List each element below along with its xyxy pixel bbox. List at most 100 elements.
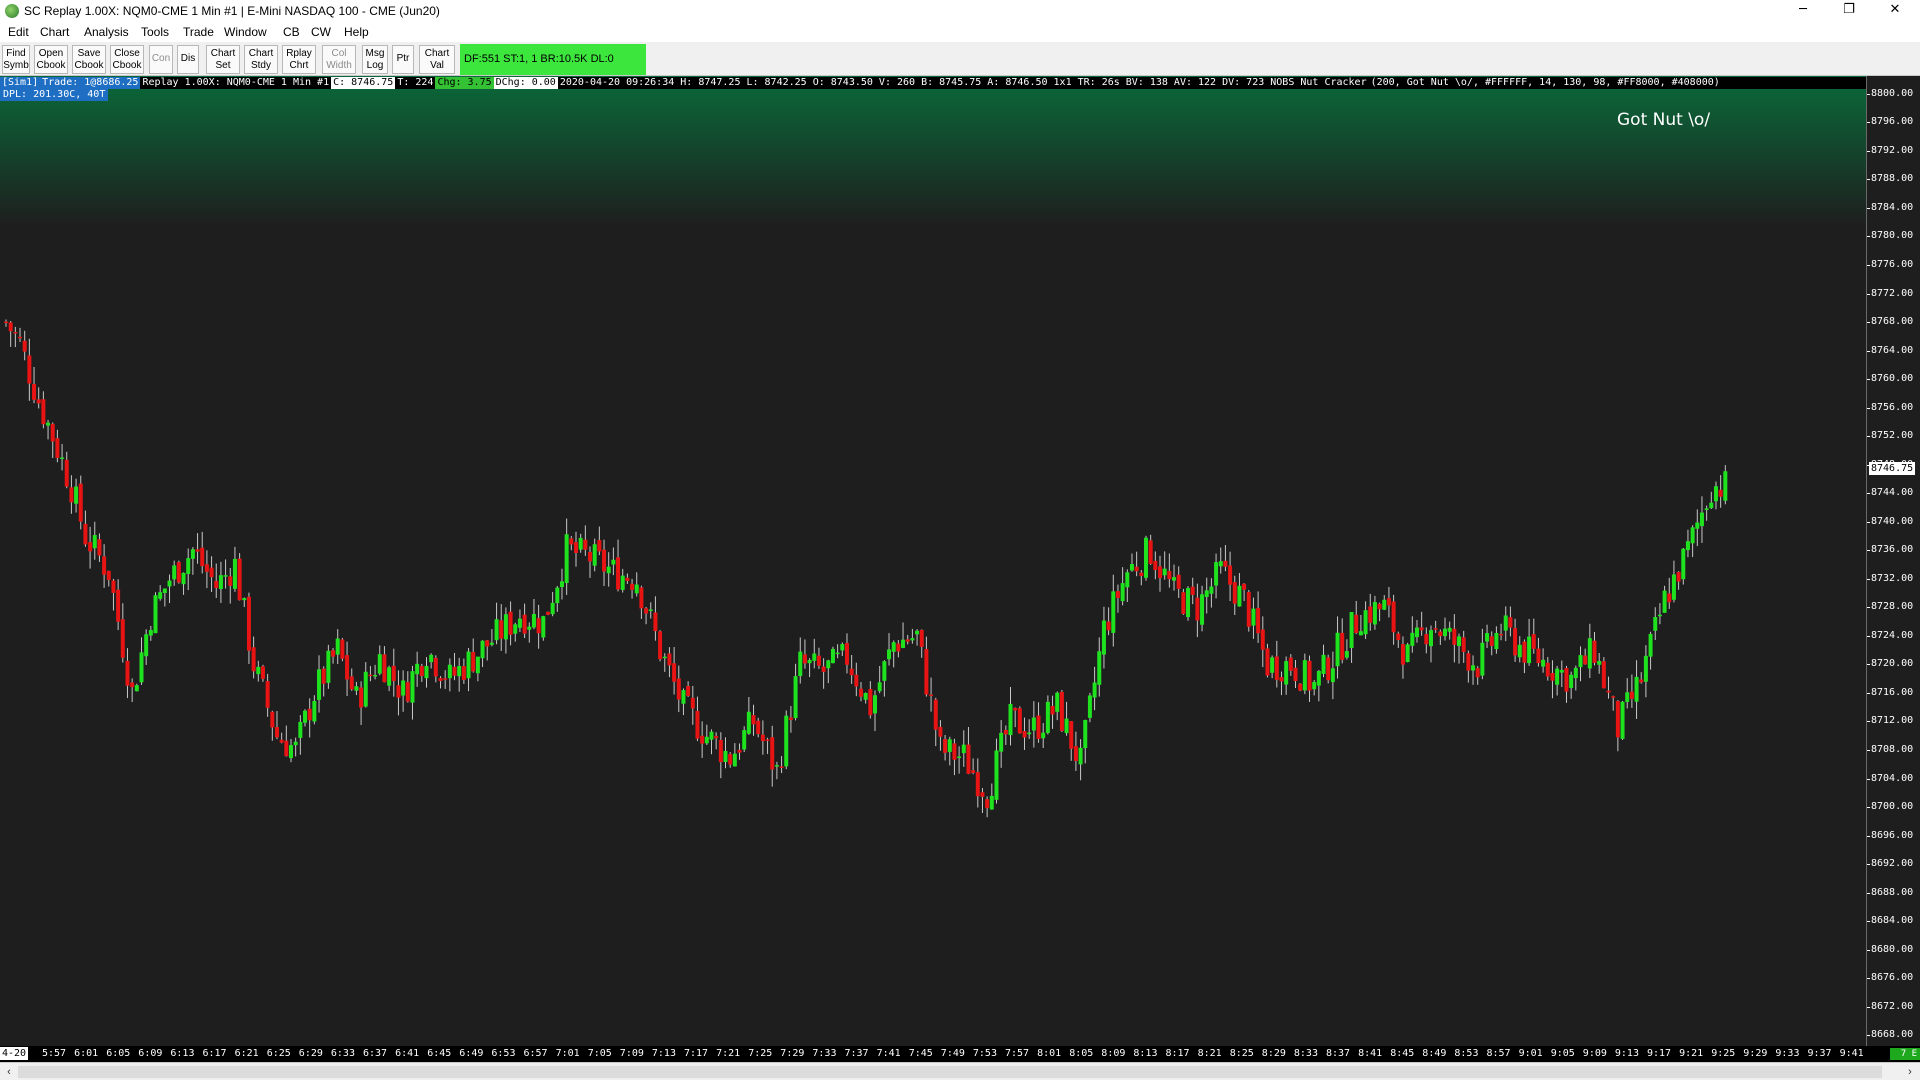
candle-down xyxy=(765,739,770,741)
scroll-left-icon[interactable]: ‹ xyxy=(1,1065,17,1079)
message-log-button[interactable]: Msg Log xyxy=(362,45,388,74)
candle-up xyxy=(1643,655,1648,682)
candle-down xyxy=(854,674,859,687)
candle-down xyxy=(1158,566,1163,579)
candle-down xyxy=(770,737,775,770)
candle-down xyxy=(18,336,23,339)
close-chartbook-button[interactable]: Close Cbook xyxy=(110,45,144,74)
candle-down xyxy=(858,688,863,697)
candle-up xyxy=(555,587,560,604)
candle-up xyxy=(1162,568,1167,576)
time-axis[interactable]: 5:57 6:01 6:05 6:09 6:13 6:17 6:21 6:25 6:29 6:33… xyxy=(0,1046,1920,1062)
candle-down xyxy=(1195,597,1200,621)
menu-trade[interactable]: Trade xyxy=(183,25,214,39)
candle-up xyxy=(1620,701,1625,739)
menu-analysis[interactable]: Analysis xyxy=(84,25,129,39)
candle-up xyxy=(1555,668,1560,685)
candle-up xyxy=(742,730,747,750)
candle-down xyxy=(1298,683,1303,691)
time-tick: 8:37 xyxy=(1326,1048,1351,1059)
horizontal-scrollbar[interactable]: ‹ › xyxy=(0,1062,1920,1080)
candle-down xyxy=(382,654,387,683)
candle-up xyxy=(1045,701,1050,733)
candle-up xyxy=(1517,644,1522,658)
disconnect-button[interactable]: Dis xyxy=(177,45,199,74)
restore-button[interactable]: ❐ xyxy=(1826,0,1872,22)
candle-down xyxy=(1059,691,1064,731)
candle-down xyxy=(1274,656,1279,680)
time-tick: 8:45 xyxy=(1390,1048,1415,1059)
candle-up xyxy=(354,686,359,691)
price-tick: 8780.00 xyxy=(1866,230,1914,242)
candle-up xyxy=(293,741,298,746)
price-tick: 8732.00 xyxy=(1866,572,1914,584)
menu-cb[interactable]: CB xyxy=(283,25,300,39)
chart-settings-button[interactable]: Chart Set xyxy=(206,45,240,74)
replay-chart-button[interactable]: Rplay Chrt xyxy=(282,45,316,74)
time-tick: 7:33 xyxy=(812,1048,837,1059)
close-button[interactable]: ✕ xyxy=(1872,0,1918,22)
candle-up xyxy=(606,566,611,574)
scroll-right-icon[interactable]: › xyxy=(1902,1065,1918,1079)
candle-down xyxy=(602,549,607,572)
candle-up xyxy=(74,486,79,504)
candle-down xyxy=(200,547,205,567)
candle-down xyxy=(130,682,135,688)
price-axis[interactable]: 8800.00 8796.00 8792.00 8788.00 8784.00 8780.… xyxy=(1866,76,1920,1046)
menu-edit[interactable]: Edit xyxy=(8,25,29,39)
candle-down xyxy=(1246,592,1251,627)
chart-studies-button[interactable]: Chart Stdy xyxy=(244,45,278,74)
time-tick: 7:05 xyxy=(587,1048,612,1059)
time-tick: 8:21 xyxy=(1197,1048,1222,1059)
candle-down xyxy=(583,539,588,550)
time-tick: 8:25 xyxy=(1229,1048,1254,1059)
time-tick: 7:49 xyxy=(940,1048,965,1059)
button-label: Msg xyxy=(365,48,385,59)
candle-down xyxy=(228,576,233,586)
candle-down xyxy=(321,668,326,684)
menu-help[interactable]: Help xyxy=(344,25,369,39)
pointer-button[interactable]: Ptr xyxy=(392,45,414,74)
candle-up xyxy=(559,581,564,588)
candle-down xyxy=(1368,606,1373,623)
candle-up xyxy=(1008,703,1013,736)
candle-up xyxy=(415,663,420,675)
candle-down xyxy=(536,618,541,634)
time-tick: 6:57 xyxy=(523,1048,548,1059)
menu-cw[interactable]: CW xyxy=(311,25,331,39)
menu-window[interactable]: Window xyxy=(224,25,267,39)
candle-up xyxy=(158,592,163,599)
candle-up xyxy=(1358,631,1363,636)
minimize-button[interactable]: ─ xyxy=(1780,0,1826,22)
save-chartbook-button[interactable]: Save Cbook xyxy=(72,45,106,74)
candle-up xyxy=(1363,610,1368,635)
candle-down xyxy=(279,739,284,743)
candle-up xyxy=(1713,486,1718,502)
candle-up xyxy=(148,630,153,636)
column-width-button[interactable]: Col Width xyxy=(322,45,356,74)
candle-down xyxy=(1545,662,1550,677)
candle-down xyxy=(868,689,873,716)
scrollbar-thumb[interactable] xyxy=(18,1066,1882,1078)
sim-account: [Sim1] xyxy=(0,77,41,89)
price-tick: 8708.00 xyxy=(1866,744,1914,755)
candle-down xyxy=(1676,571,1681,582)
candle-up xyxy=(1031,717,1036,731)
candle-up xyxy=(1709,502,1714,509)
chart-annotation: Got Nut \o/ xyxy=(1617,110,1711,130)
candle-down xyxy=(69,487,74,503)
menu-tools[interactable]: Tools xyxy=(141,25,169,39)
candle-up xyxy=(326,650,331,683)
time-tick: 6:41 xyxy=(395,1048,420,1059)
chart-values-button[interactable]: Chart Val xyxy=(419,45,455,74)
find-symbol-button[interactable]: Find Symb xyxy=(2,45,30,74)
open-chartbook-button[interactable]: Open Cbook xyxy=(34,45,68,74)
candle-up xyxy=(517,618,522,628)
price-chart[interactable] xyxy=(0,76,1866,1046)
price-tick: 8716.00 xyxy=(1866,686,1914,698)
menu-chart[interactable]: Chart xyxy=(40,25,69,39)
connect-button[interactable]: Con xyxy=(149,45,173,74)
menu-bar: Edit Chart Analysis Tools Trade Window C… xyxy=(0,22,1920,42)
candle-up xyxy=(1382,599,1387,610)
candle-up xyxy=(1541,659,1546,667)
